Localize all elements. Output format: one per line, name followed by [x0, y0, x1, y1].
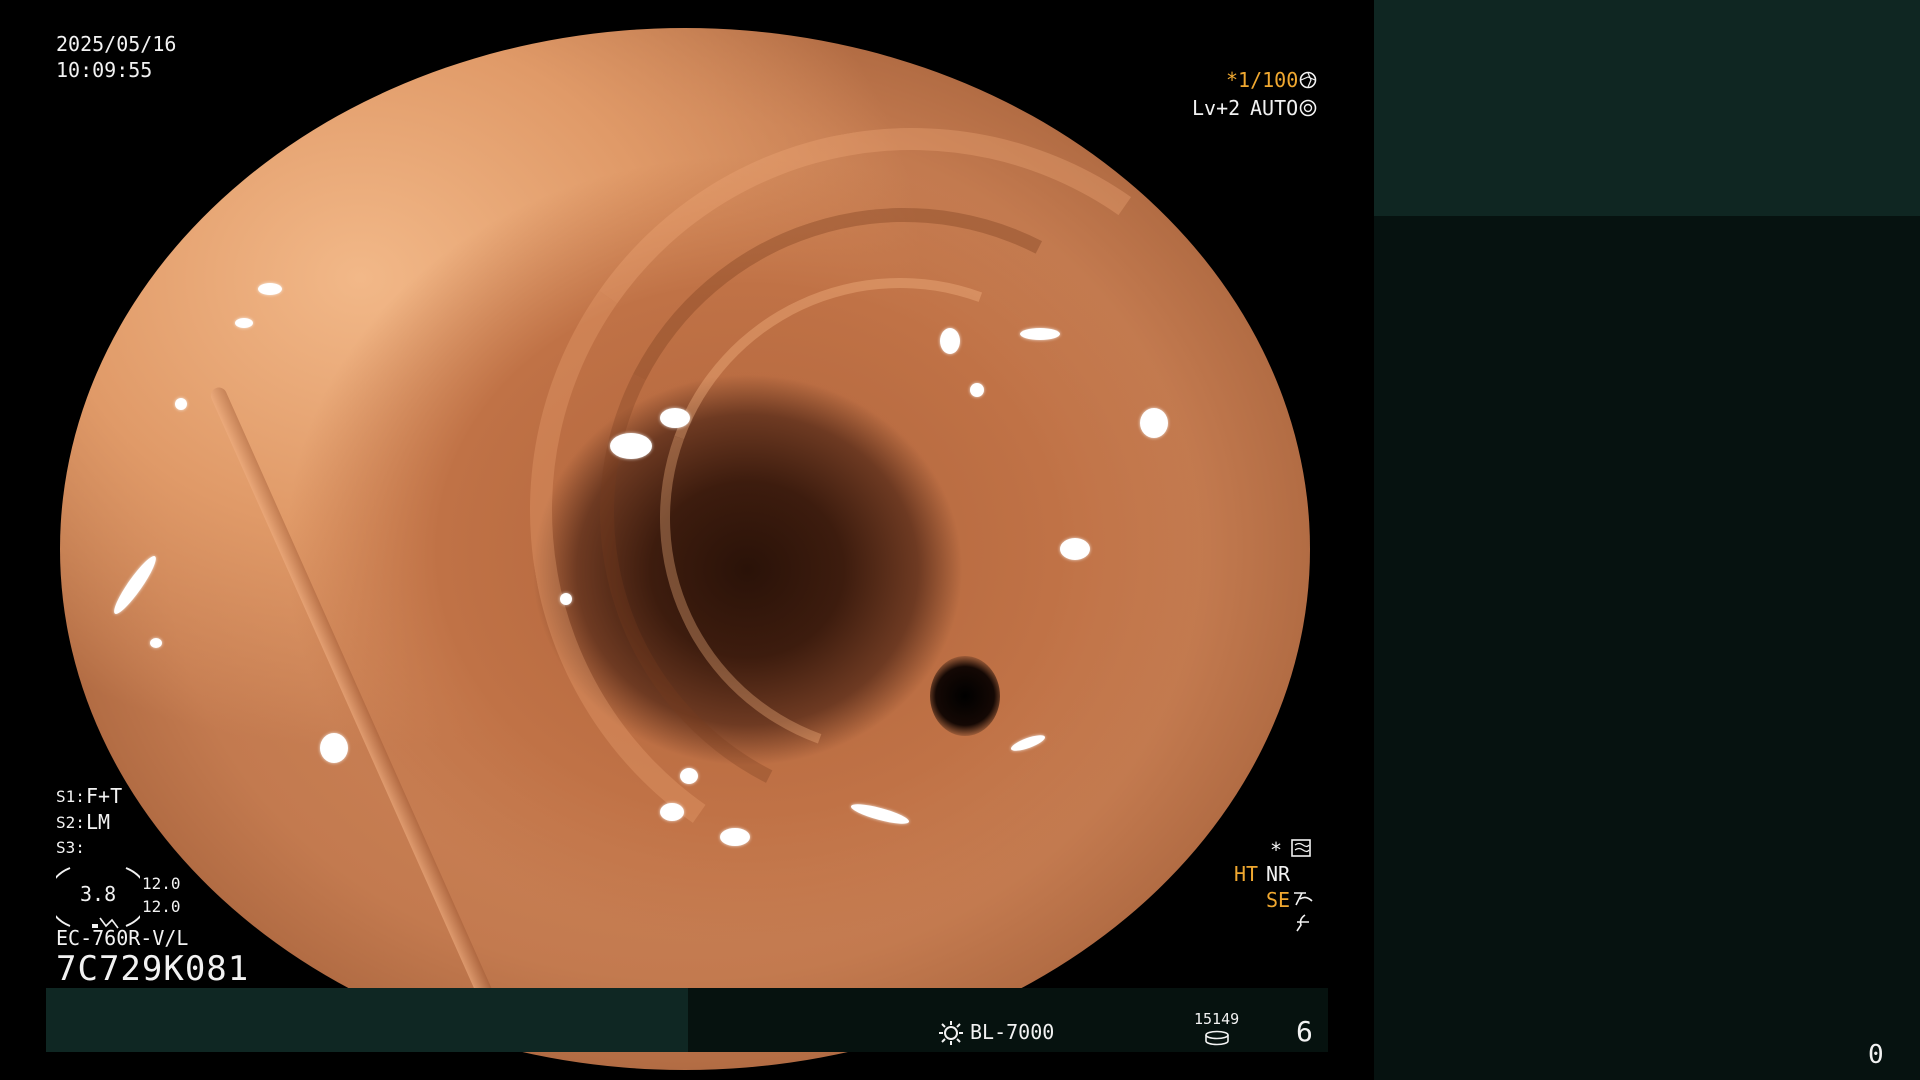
light-level: Lv+2 [1192, 96, 1241, 120]
specular-glint [970, 383, 984, 397]
iris-mode: AUTO [1250, 96, 1299, 120]
right-panel-header [1374, 0, 1920, 216]
specular-glint [1020, 328, 1060, 340]
shutter-speed: *1/100 [1226, 68, 1299, 92]
s1-label: S1: [56, 787, 85, 806]
specular-glint [351, 33, 413, 73]
ht-label: HT [1234, 862, 1259, 886]
mucosal-ridge [208, 385, 508, 1031]
structure-enhance-icon [1292, 888, 1314, 910]
se-label: SE [1266, 888, 1291, 912]
specular-glint [720, 828, 750, 846]
lamp-hours: 15149 [1194, 1010, 1240, 1028]
specular-glint [1140, 408, 1168, 438]
scope-serial: 7C729K081 [56, 949, 250, 989]
specular-glint [680, 768, 698, 784]
color-enhance-icon [1292, 912, 1312, 934]
s2-value: LM [86, 810, 111, 834]
specular-glint [660, 803, 684, 821]
iris-icon [1298, 98, 1318, 118]
gauge-upper: 12.0 [142, 874, 181, 893]
specular-glint [560, 593, 572, 605]
image-mode-icon [1290, 838, 1312, 858]
s3-label: S3: [56, 838, 85, 857]
specular-glint [320, 733, 348, 763]
gauge-value: 3.8 [80, 882, 117, 906]
scope-model: EC-760R-V/L [56, 926, 189, 950]
specular-glint [109, 552, 161, 618]
endoscopic-image [60, 28, 1310, 1070]
light-level-number: 6 [1296, 1015, 1313, 1048]
specular-glint [258, 283, 282, 295]
right-panel-body [1374, 216, 1920, 1080]
exam-date: 2025/05/16 [56, 32, 177, 56]
specular-glint [175, 398, 187, 410]
aperture-icon [1298, 70, 1318, 90]
lamp-hours-icon [1204, 1030, 1230, 1046]
specular-glint [1060, 538, 1090, 560]
enhance-star: * [1270, 838, 1283, 862]
lumen-center [930, 656, 1000, 736]
s1-value: F+T [86, 784, 123, 808]
s2-label: S2: [56, 813, 85, 832]
specular-glint [940, 328, 960, 354]
nr-label: NR [1266, 862, 1291, 886]
capture-counter: 0 [1868, 1040, 1884, 1070]
exam-time: 10:09:55 [56, 58, 153, 82]
specular-glint [610, 433, 652, 459]
specular-glint [660, 408, 690, 428]
image-crop-top [0, 0, 1370, 28]
patient-info-field [46, 988, 688, 1052]
specular-glint [150, 638, 162, 648]
gauge-lower: 12.0 [142, 897, 181, 916]
specular-glint [235, 318, 253, 328]
lamp-icon [936, 1018, 966, 1048]
light-source-name: BL-7000 [970, 1020, 1055, 1044]
specular-glint [290, 98, 300, 108]
